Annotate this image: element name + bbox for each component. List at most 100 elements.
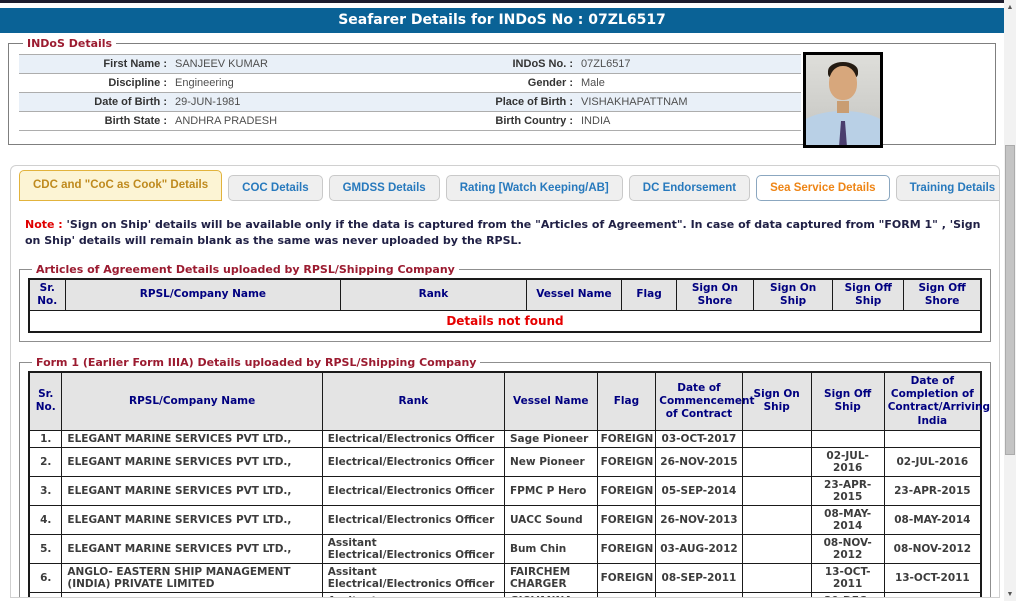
- table-cell: GIOVANNA IULIANO: [504, 592, 597, 598]
- table-cell: 29-MAR-2010: [656, 592, 742, 598]
- scroll-down-icon[interactable]: ▼: [1004, 591, 1016, 598]
- field-label: First Name :: [19, 55, 167, 73]
- table-cell: ELEGANT MARINE SERVICES PVT LTD.,: [62, 430, 322, 447]
- table-cell: ANGLO- EASTERN SHIP MANAGEMENT (INDIA) P…: [62, 563, 322, 592]
- header-cell: Date of Completion of Contract/Arriving …: [884, 372, 981, 430]
- table-cell: 03-OCT-2017: [656, 430, 742, 447]
- note-text: Note : 'Sign on Ship' details will be av…: [25, 217, 985, 249]
- table-cell: FOREIGN: [597, 430, 656, 447]
- table-cell: Sage Pioneer: [504, 430, 597, 447]
- header-cell: Vessel Name: [504, 372, 597, 430]
- indos-details-legend: INDoS Details: [23, 37, 116, 50]
- table-cell: FOREIGN: [597, 534, 656, 563]
- table-header-row: Sr. No. RPSL/Company Name Rank Vessel Na…: [29, 372, 981, 430]
- field-value: 29-JUN-1981: [175, 93, 475, 111]
- table-cell: 30-DEC-2010: [884, 592, 981, 598]
- note-body: 'Sign on Ship' details will be available…: [25, 218, 980, 247]
- table-row: 5. ELEGANT MARINE SERVICES PVT LTD., Ass…: [29, 534, 981, 563]
- photo-face: [829, 66, 857, 100]
- field-value: 07ZL6517: [581, 55, 801, 73]
- header-cell: Sign On Ship: [754, 279, 833, 311]
- page: Seafarer Details for INDoS No : 07ZL6517…: [0, 0, 1016, 598]
- table-cell: Assitant Electrical/Electronics Officer: [322, 592, 504, 598]
- table-cell: 08-SEP-2011: [656, 563, 742, 592]
- table-cell: [742, 447, 811, 476]
- table-cell: ELEGANT MARINE SERVICES PVT LTD.,: [62, 476, 322, 505]
- tab-gmdss-details[interactable]: GMDSS Details: [329, 175, 440, 201]
- tab-training-details[interactable]: Training Details: [896, 175, 1000, 201]
- vertical-scrollbar[interactable]: ▲ ▼: [1004, 0, 1016, 601]
- indos-details-section: INDoS Details First Name : SANJEEV KUMAR…: [8, 37, 996, 145]
- field-label: Birth Country :: [483, 112, 573, 130]
- table-cell: FOREIGN: [597, 476, 656, 505]
- table-cell: FAIRCHEM CHARGER: [504, 563, 597, 592]
- header-cell: Rank: [322, 372, 504, 430]
- empty-row: Details not found: [29, 311, 981, 333]
- indos-fields: First Name : SANJEEV KUMAR INDoS No. : 0…: [19, 54, 801, 131]
- tab-sea-service-details[interactable]: Sea Service Details: [756, 175, 890, 201]
- table-cell: [742, 505, 811, 534]
- field-label: Place of Birth :: [483, 93, 573, 111]
- field-value: Male: [581, 74, 801, 92]
- tab-content-panel: CDC and "CoC as Cook" Details COC Detail…: [10, 165, 1000, 598]
- header-cell: Sign Off Ship: [811, 372, 884, 430]
- table-row: 6. ANGLO- EASTERN SHIP MANAGEMENT (INDIA…: [29, 563, 981, 592]
- table-cell: 6.: [29, 563, 62, 592]
- table-cell: 26-NOV-2013: [656, 505, 742, 534]
- table-cell: FOREIGN: [597, 505, 656, 534]
- table-cell: [742, 592, 811, 598]
- header-cell: Sign On Shore: [676, 279, 753, 311]
- table-cell: 03-AUG-2012: [656, 534, 742, 563]
- header-cell: Flag: [622, 279, 677, 311]
- header-cell: Sr. No.: [29, 372, 62, 430]
- table-cell: V. SHIPS INDIA PVT. LTD.: [62, 592, 322, 598]
- field-value: Engineering: [175, 74, 475, 92]
- table-cell: FPMC P Hero: [504, 476, 597, 505]
- table-cell: Assitant Electrical/Electronics Officer: [322, 534, 504, 563]
- field-label: Date of Birth :: [19, 93, 167, 111]
- table-cell: 13-OCT-2011: [884, 563, 981, 592]
- field-label: Discipline :: [19, 74, 167, 92]
- table-cell: [742, 430, 811, 447]
- indos-row: First Name : SANJEEV KUMAR INDoS No. : 0…: [19, 55, 801, 74]
- table-cell: [742, 534, 811, 563]
- form1-section: Form 1 (Earlier Form IIIA) Details uploa…: [19, 356, 991, 598]
- seafarer-photo: [803, 52, 883, 148]
- table-cell: ELEGANT MARINE SERVICES PVT LTD.,: [62, 534, 322, 563]
- table-cell: 08-MAY-2014: [884, 505, 981, 534]
- articles-of-agreement-section: Articles of Agreement Details uploaded b…: [19, 263, 991, 342]
- empty-message: Details not found: [29, 311, 981, 333]
- tab-dc-endorsement[interactable]: DC Endorsement: [629, 175, 750, 201]
- table-row: 3. ELEGANT MARINE SERVICES PVT LTD., Ele…: [29, 476, 981, 505]
- header-cell: RPSL/Company Name: [62, 372, 322, 430]
- field-value: INDIA: [581, 112, 801, 130]
- field-value: ANDHRA PRADESH: [175, 112, 475, 130]
- table-cell: 3.: [29, 476, 62, 505]
- table-cell: 26-NOV-2015: [656, 447, 742, 476]
- scrollbar-thumb[interactable]: [1005, 145, 1015, 455]
- table-cell: ELEGANT MARINE SERVICES PVT LTD.,: [62, 447, 322, 476]
- table-cell: ELEGANT MARINE SERVICES PVT LTD.,: [62, 505, 322, 534]
- table-cell: 1.: [29, 430, 62, 447]
- table-row: 7. V. SHIPS INDIA PVT. LTD. Assitant Ele…: [29, 592, 981, 598]
- tab-bar: CDC and "CoC as Cook" Details COC Detail…: [11, 166, 999, 201]
- field-label: Birth State :: [19, 112, 167, 130]
- indos-row: Discipline : Engineering Gender : Male: [19, 74, 801, 93]
- tab-rating-watch-keeping-ab[interactable]: Rating [Watch Keeping/AB]: [446, 175, 623, 201]
- header-cell: Flag: [597, 372, 656, 430]
- header-cell: Rank: [341, 279, 526, 311]
- table-header-row: Sr. No. RPSL/Company Name Rank Vessel Na…: [29, 279, 981, 311]
- table-cell: [742, 563, 811, 592]
- note-prefix: Note :: [25, 218, 67, 231]
- table-cell: Electrical/Electronics Officer: [322, 430, 504, 447]
- field-value: VISHAKHAPATTNAM: [581, 93, 801, 111]
- page-title: Seafarer Details for INDoS No : 07ZL6517: [0, 8, 1004, 33]
- table-cell: 02-JUL-2016: [811, 447, 884, 476]
- table-cell: [884, 430, 981, 447]
- header-cell: Sr. No.: [29, 279, 65, 311]
- tab-coc-details[interactable]: COC Details: [228, 175, 322, 201]
- tab-cdc-coc-cook-details[interactable]: CDC and "CoC as Cook" Details: [19, 170, 222, 201]
- table-cell: 02-JUL-2016: [884, 447, 981, 476]
- header-cell: RPSL/Company Name: [65, 279, 341, 311]
- scroll-up-icon[interactable]: ▲: [1004, 4, 1016, 11]
